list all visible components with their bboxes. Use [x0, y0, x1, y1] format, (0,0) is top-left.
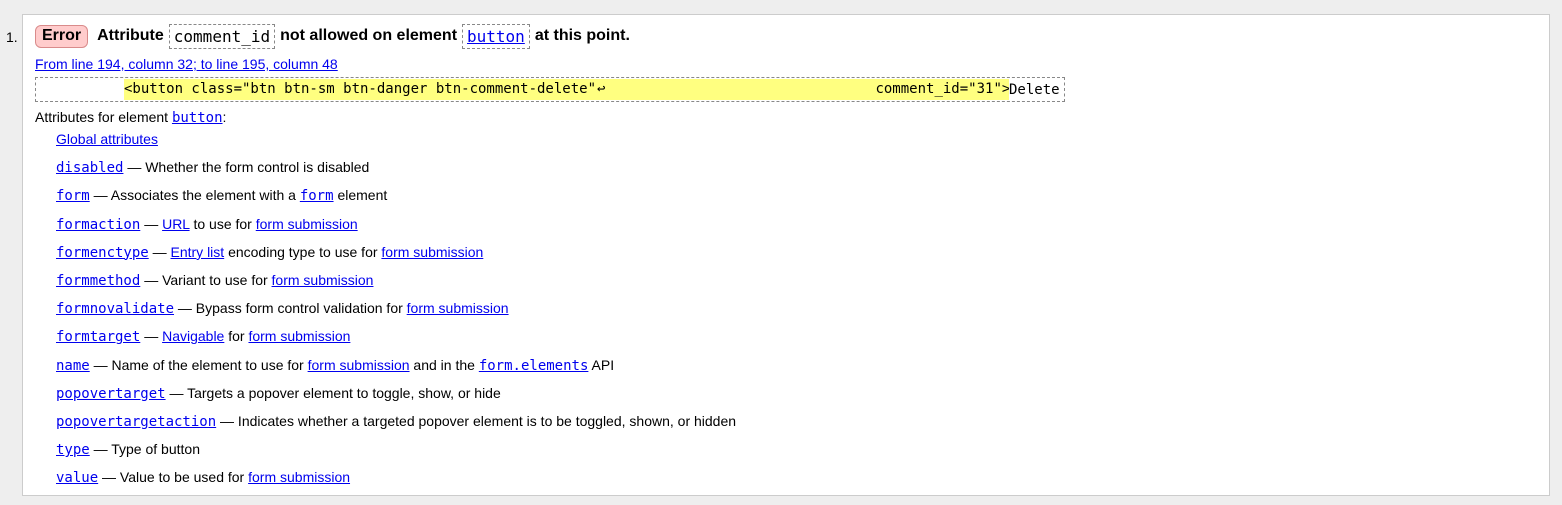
list-item-formenctype: formenctype — Entry list encoding type t…: [56, 242, 736, 270]
source-extract: <button class="btn btn-sm btn-danger btn…: [35, 77, 1065, 102]
attribute-link-type[interactable]: type: [56, 442, 90, 458]
source-location: From line 194, column 32; to line 195, c…: [35, 56, 338, 72]
attributes-header: Attributes for element button:: [35, 109, 226, 126]
description-text: —: [152, 243, 167, 260]
list-item-name: name — Name of the element to use for fo…: [56, 355, 736, 383]
description-text: encoding type to use for: [228, 243, 378, 260]
description-link[interactable]: form submission: [256, 216, 358, 232]
attribute-link-formenctype[interactable]: formenctype: [56, 245, 149, 261]
description-text: — Type of button: [93, 441, 200, 458]
attribute-link-name[interactable]: name: [56, 358, 90, 374]
list-item-form: form — Associates the element with a for…: [56, 185, 736, 213]
description-text: — Variant to use for: [144, 271, 268, 288]
description-text: —: [144, 328, 159, 345]
description-link[interactable]: form submission: [407, 300, 509, 316]
attribute-link-popovertargetaction[interactable]: popovertargetaction: [56, 414, 216, 430]
error-badge: Error: [35, 24, 89, 48]
message-text-attribute: Attribute: [97, 27, 164, 44]
list-item-disabled: disabled — Whether the form control is d…: [56, 157, 736, 185]
location-link[interactable]: From line 194, column 32; to line 195, c…: [35, 56, 338, 72]
attributes-element-link[interactable]: button: [172, 110, 223, 126]
list-item-formmethod: formmethod — Variant to use for form sub…: [56, 270, 736, 298]
description-text: — Whether the form control is disabled: [127, 159, 370, 176]
attribute-list: Global attributes disabled — Whether the…: [56, 129, 736, 495]
attribute-link-disabled[interactable]: disabled: [56, 160, 123, 176]
description-link[interactable]: form submission: [308, 357, 410, 373]
description-link[interactable]: form submission: [248, 328, 350, 344]
list-item-popovertargetaction: popovertargetaction — Indicates whether …: [56, 411, 736, 439]
description-link[interactable]: form.elements: [479, 358, 589, 374]
list-item-number: 1.: [6, 29, 18, 45]
description-text: — Targets a popover element to toggle, s…: [169, 384, 501, 401]
list-item-formnovalidate: formnovalidate — Bypass form control val…: [56, 298, 736, 326]
description-text: — Name of the element to use for: [93, 356, 304, 373]
description-text: for: [228, 328, 245, 345]
list-item-type: type — Type of button: [56, 439, 736, 467]
attribute-code: comment_id: [168, 23, 276, 49]
description-link[interactable]: Navigable: [162, 328, 224, 344]
attribute-link-popovertarget[interactable]: popovertarget: [56, 386, 166, 402]
description-text: —: [144, 215, 159, 232]
description-text: element: [337, 187, 388, 204]
element-link[interactable]: button: [467, 27, 525, 46]
source-tail: Delete: [1009, 81, 1060, 98]
attribute-link-value[interactable]: value: [56, 470, 98, 486]
attribute-link-formaction[interactable]: formaction: [56, 217, 140, 233]
description-link[interactable]: form: [300, 188, 334, 204]
description-link[interactable]: URL: [162, 216, 190, 232]
list-item-global-attributes: Global attributes: [56, 129, 736, 157]
global-attributes-link[interactable]: Global attributes: [56, 131, 158, 147]
element-code-box: button: [462, 23, 530, 49]
list-item-popovertarget: popovertarget — Targets a popover elemen…: [56, 383, 736, 411]
attributes-header-prefix: Attributes for element: [35, 109, 169, 125]
description-text: API: [591, 356, 615, 373]
attribute-link-formmethod[interactable]: formmethod: [56, 273, 140, 289]
list-item-formaction: formaction — URL to use for form submiss…: [56, 214, 736, 242]
highlighted-source: <button class="btn btn-sm btn-danger btn…: [124, 79, 1009, 100]
description-text: — Associates the element with a: [93, 187, 296, 204]
source-highlight-end: comment_id="31">: [875, 81, 1009, 97]
description-link[interactable]: form submission: [381, 244, 483, 260]
validation-message-card: Error Attribute comment_id not allowed o…: [22, 14, 1550, 496]
description-text: — Value to be used for: [102, 469, 245, 486]
error-message-title: Error Attribute comment_id not allowed o…: [35, 22, 630, 50]
description-text: — Bypass form control validation for: [177, 300, 403, 317]
description-link[interactable]: form submission: [272, 272, 374, 288]
description-text: to use for: [193, 215, 252, 232]
message-text-not-allowed: not allowed on element: [280, 27, 458, 44]
attribute-link-formnovalidate[interactable]: formnovalidate: [56, 301, 174, 317]
attribute-link-form[interactable]: form: [56, 188, 90, 204]
source-highlight-start: <button class="btn btn-sm btn-danger btn…: [124, 81, 597, 97]
attribute-link-formtarget[interactable]: formtarget: [56, 329, 140, 345]
description-text: — Indicates whether a targeted popover e…: [220, 412, 737, 429]
description-text: and in the: [413, 356, 475, 373]
description-link[interactable]: form submission: [248, 469, 350, 485]
message-text-at-this-point: at this point.: [534, 27, 630, 44]
description-link[interactable]: Entry list: [171, 244, 225, 260]
attributes-header-suffix: :: [222, 109, 227, 125]
list-item-value: value — Value to be used for form submis…: [56, 467, 736, 495]
list-item-formtarget: formtarget — Navigable for form submissi…: [56, 326, 736, 354]
line-break-icon: ↩: [596, 79, 606, 100]
